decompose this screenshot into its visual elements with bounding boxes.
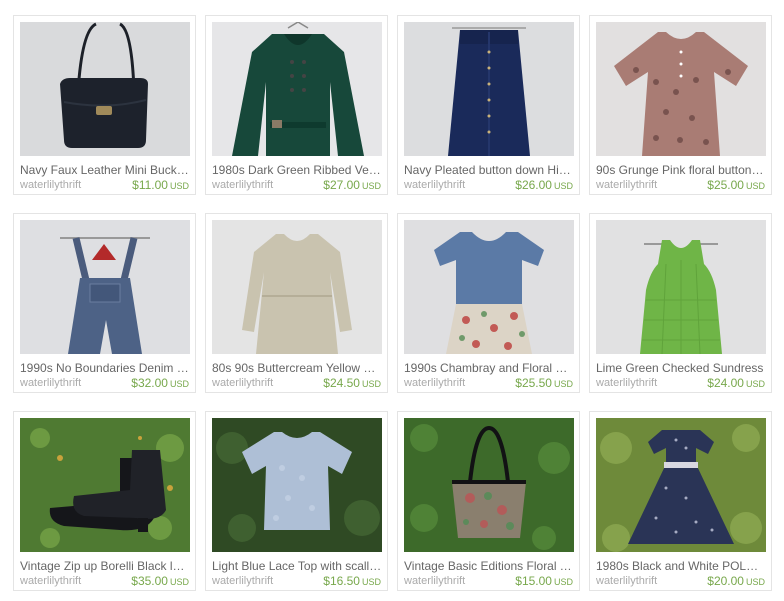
price-value: $15.00 bbox=[515, 574, 552, 588]
price-value: $26.00 bbox=[515, 178, 552, 192]
listing-photo-denim-overalls[interactable] bbox=[20, 220, 190, 354]
price-value: $35.00 bbox=[131, 574, 168, 588]
listing-title[interactable]: Navy Pleated button down High Waist Skir… bbox=[404, 163, 574, 177]
price-value: $16.50 bbox=[323, 574, 360, 588]
price-value: $24.50 bbox=[323, 376, 360, 390]
listing-shop-name[interactable]: waterlilythrift bbox=[20, 575, 81, 587]
listing-title[interactable]: Light Blue Lace Top with scalloped edges bbox=[212, 559, 382, 573]
price-value: $27.00 bbox=[323, 178, 360, 192]
listing-price: $11.00 USD bbox=[132, 178, 189, 192]
price-currency: USD bbox=[169, 181, 189, 191]
listing-shop-name[interactable]: waterlilythrift bbox=[20, 179, 81, 191]
listing-photo-pink-floral-dress[interactable] bbox=[596, 22, 766, 156]
price-currency: USD bbox=[553, 379, 573, 389]
listing-card[interactable]: 1990s No Boundaries Denim Overalls water… bbox=[13, 213, 196, 393]
listing-card[interactable]: 1980s Dark Green Ribbed Velvet Dress wat… bbox=[205, 15, 388, 195]
listing-price: $25.00 USD bbox=[707, 178, 765, 192]
listing-shop-name[interactable]: waterlilythrift bbox=[404, 377, 465, 389]
listing-card[interactable]: Navy Faux Leather Mini Bucket Bag waterl… bbox=[13, 15, 196, 195]
listing-price: $24.50 USD bbox=[323, 376, 381, 390]
listing-shop-name[interactable]: waterlilythrift bbox=[596, 575, 657, 587]
listing-card[interactable]: Vintage Zip up Borelli Black leather Boo… bbox=[13, 411, 196, 591]
price-currency: USD bbox=[553, 181, 573, 191]
listing-title[interactable]: Lime Green Checked Sundress bbox=[596, 361, 766, 375]
listing-photo-polka-dot-dress[interactable] bbox=[596, 418, 766, 552]
listing-price: $26.00 USD bbox=[515, 178, 573, 192]
price-value: $25.50 bbox=[515, 376, 552, 390]
listing-title[interactable]: Navy Faux Leather Mini Bucket Bag bbox=[20, 163, 190, 177]
listing-shop-name[interactable]: waterlilythrift bbox=[20, 377, 81, 389]
listing-price: $24.00 USD bbox=[707, 376, 765, 390]
price-value: $20.00 bbox=[707, 574, 744, 588]
price-currency: USD bbox=[745, 379, 765, 389]
listing-title[interactable]: Vintage Zip up Borelli Black leather Boo… bbox=[20, 559, 190, 573]
price-value: $24.00 bbox=[707, 376, 744, 390]
price-currency: USD bbox=[745, 181, 765, 191]
price-value: $32.00 bbox=[131, 376, 168, 390]
price-value: $25.00 bbox=[707, 178, 744, 192]
listing-title[interactable]: Vintage Basic Editions Floral Tapestry P… bbox=[404, 559, 574, 573]
listing-price: $25.50 USD bbox=[515, 376, 573, 390]
listing-card[interactable]: Navy Pleated button down High Waist Skir… bbox=[397, 15, 580, 195]
listing-shop-name[interactable]: waterlilythrift bbox=[596, 179, 657, 191]
listing-photo-chambray-floral-dress[interactable] bbox=[404, 220, 574, 354]
price-currency: USD bbox=[361, 577, 381, 587]
price-currency: USD bbox=[553, 577, 573, 587]
listing-card[interactable]: 80s 90s Buttercream Yellow Dress waterli… bbox=[205, 213, 388, 393]
listing-shop-name[interactable]: waterlilythrift bbox=[212, 179, 273, 191]
listing-title[interactable]: 90s Grunge Pink floral button Dress bbox=[596, 163, 766, 177]
listing-card[interactable]: Light Blue Lace Top with scalloped edges… bbox=[205, 411, 388, 591]
listing-price: $20.00 USD bbox=[707, 574, 765, 588]
listing-photo-light-blue-lace-top[interactable] bbox=[212, 418, 382, 552]
listing-photo-navy-pleated-skirt[interactable] bbox=[404, 22, 574, 156]
listing-price: $35.00 USD bbox=[131, 574, 189, 588]
listing-shop-name[interactable]: waterlilythrift bbox=[212, 575, 273, 587]
listing-price: $27.00 USD bbox=[323, 178, 381, 192]
listing-card[interactable]: 90s Grunge Pink floral button Dress wate… bbox=[589, 15, 772, 195]
listing-card[interactable]: 1990s Chambray and Floral Dress waterlil… bbox=[397, 213, 580, 393]
listing-title[interactable]: 1990s Chambray and Floral Dress bbox=[404, 361, 574, 375]
price-currency: USD bbox=[169, 577, 189, 587]
listing-shop-name[interactable]: waterlilythrift bbox=[404, 179, 465, 191]
listing-photo-black-ankle-boots[interactable] bbox=[20, 418, 190, 552]
price-currency: USD bbox=[361, 181, 381, 191]
listing-card[interactable]: Lime Green Checked Sundress waterlilythr… bbox=[589, 213, 772, 393]
listing-shop-name[interactable]: waterlilythrift bbox=[596, 377, 657, 389]
listing-title[interactable]: 1990s No Boundaries Denim Overalls bbox=[20, 361, 190, 375]
listing-photo-navy-bucket-bag[interactable] bbox=[20, 22, 190, 156]
listing-photo-buttercream-dress[interactable] bbox=[212, 220, 382, 354]
listing-photo-lime-checked-sundress[interactable] bbox=[596, 220, 766, 354]
listing-price: $32.00 USD bbox=[131, 376, 189, 390]
listing-shop-name[interactable]: waterlilythrift bbox=[404, 575, 465, 587]
price-value: $11.00 bbox=[132, 178, 168, 192]
listing-price: $15.00 USD bbox=[515, 574, 573, 588]
listing-photo-dark-green-dress[interactable] bbox=[212, 22, 382, 156]
listing-card[interactable]: Vintage Basic Editions Floral Tapestry P… bbox=[397, 411, 580, 591]
listing-title[interactable]: 1980s Black and White POLKA DOT Dress bbox=[596, 559, 766, 573]
listing-title[interactable]: 80s 90s Buttercream Yellow Dress bbox=[212, 361, 382, 375]
price-currency: USD bbox=[169, 379, 189, 389]
listing-title[interactable]: 1980s Dark Green Ribbed Velvet Dress bbox=[212, 163, 382, 177]
listing-shop-name[interactable]: waterlilythrift bbox=[212, 377, 273, 389]
listing-photo-floral-tapestry-purse[interactable] bbox=[404, 418, 574, 552]
listing-card[interactable]: 1980s Black and White POLKA DOT Dress wa… bbox=[589, 411, 772, 591]
price-currency: USD bbox=[361, 379, 381, 389]
listing-price: $16.50 USD bbox=[323, 574, 381, 588]
price-currency: USD bbox=[745, 577, 765, 587]
